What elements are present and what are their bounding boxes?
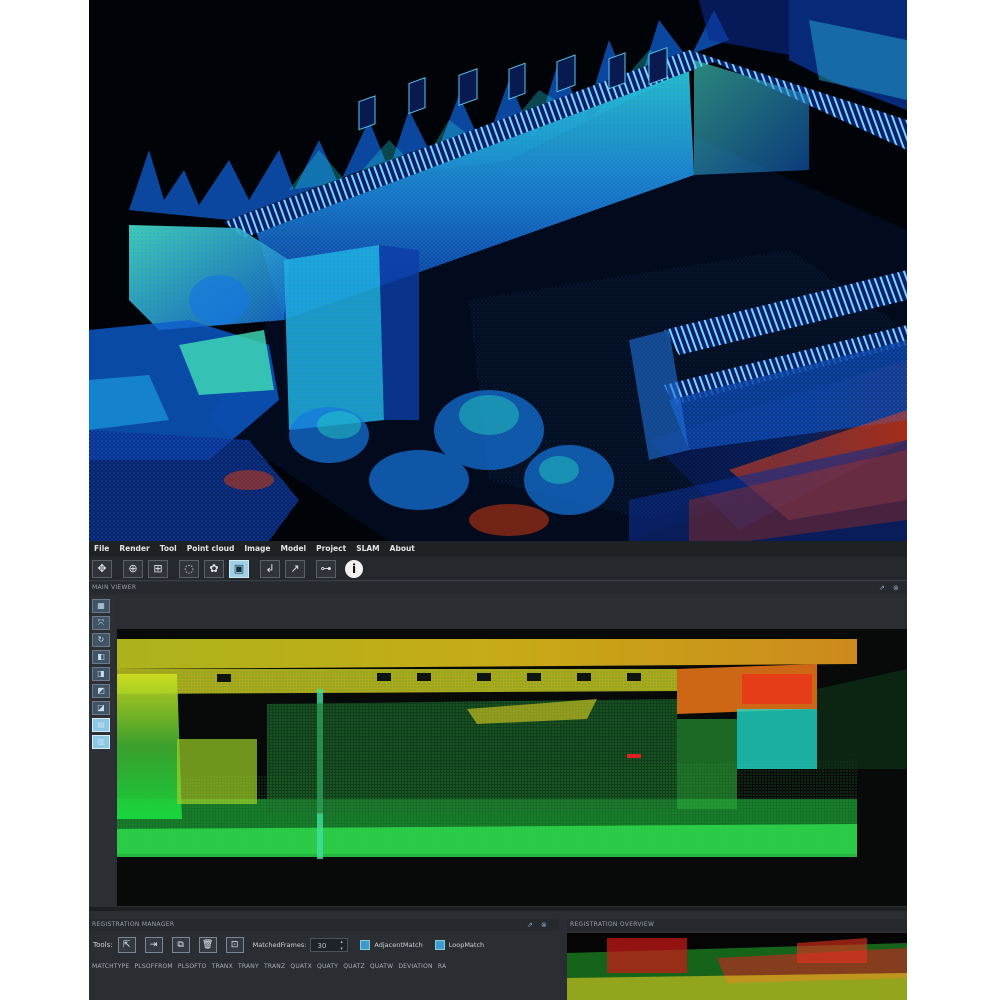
menu-bar: File Render Tool Point cloud Image Model… xyxy=(89,541,907,557)
zoom-fit-icon[interactable]: ⊞ xyxy=(148,559,168,578)
main-viewer-canvas[interactable] xyxy=(117,629,907,906)
column-header[interactable]: PLSOFTO xyxy=(178,963,207,970)
menu-image[interactable]: Image xyxy=(239,541,275,557)
column-header[interactable]: QUATX xyxy=(290,963,312,970)
export-icon[interactable]: ↗ xyxy=(285,559,305,578)
apply-icon[interactable]: ⇥ xyxy=(144,937,163,953)
cube-top-icon[interactable]: ▤ xyxy=(92,718,110,732)
rotate-icon[interactable]: ↻ xyxy=(92,633,110,647)
menu-project[interactable]: Project xyxy=(311,541,351,557)
column-header[interactable]: PLSOFFROM xyxy=(134,963,172,970)
column-header[interactable]: QUATW xyxy=(370,963,393,970)
cube-right-icon[interactable]: ◪ xyxy=(92,701,110,715)
loop-match-checkbox[interactable] xyxy=(434,940,445,950)
zoom-region-icon[interactable]: ⊕ xyxy=(123,559,143,578)
point-cloud-3d-render xyxy=(89,0,907,541)
matched-frames-label: MatchedFrames: xyxy=(252,941,307,949)
link-icon[interactable]: ⊡ xyxy=(225,937,244,953)
cube-bottom-icon[interactable]: ▥ xyxy=(92,735,110,749)
column-header[interactable]: MATCHTYPE xyxy=(92,963,129,970)
elevation-point-cloud-svg xyxy=(117,639,907,859)
close-panel-icon[interactable]: ⊗ xyxy=(541,919,547,931)
registration-overview-title: REGISTRATION OVERVIEW xyxy=(570,921,655,928)
column-header[interactable]: RA xyxy=(438,963,446,970)
registration-manager-title: REGISTRATION MANAGER xyxy=(92,921,175,928)
registration-table-header: MATCHTYPE PLSOFFROM PLSOFTO TRANX TRANY … xyxy=(89,961,559,973)
registration-overview-canvas[interactable] xyxy=(567,933,907,1000)
tools-label: Tools: xyxy=(93,941,113,949)
registration-manager-panel: Tools: ⇱ ⇥ ⧉ 🗑 ⊡ MatchedFrames: 30 Adjac… xyxy=(89,931,559,1000)
merge-icon[interactable]: ⧉ xyxy=(171,937,190,953)
matched-frames-spinbox[interactable]: 30 xyxy=(310,938,349,953)
column-header[interactable]: QUATZ xyxy=(343,963,365,970)
menu-about[interactable]: About xyxy=(385,541,420,557)
column-header[interactable]: TRANZ xyxy=(264,963,285,970)
cube-left-icon[interactable]: ◩ xyxy=(92,684,110,698)
column-header[interactable]: TRANX xyxy=(212,963,233,970)
registration-overview-header: REGISTRATION OVERVIEW xyxy=(567,919,907,931)
main-toolbar: ✥ ⊕ ⊞ ◌ ✿ ▣ ↲ ↗ ⊶ i xyxy=(89,557,907,581)
import-icon[interactable]: ↲ xyxy=(260,559,280,578)
color-mode-icon[interactable]: ✿ xyxy=(204,559,224,578)
column-header[interactable]: TRANY xyxy=(238,963,259,970)
float-panel-icon[interactable]: ⇗ xyxy=(527,919,533,931)
main-viewer-header: MAIN VIEWER ⇗ ⊗ xyxy=(89,582,907,594)
menu-tool[interactable]: Tool xyxy=(155,541,182,557)
column-header[interactable]: QUATY xyxy=(317,963,338,970)
loop-match-label: LoopMatch xyxy=(448,941,485,949)
delete-icon[interactable]: 🗑 xyxy=(198,937,217,953)
main-viewer-title: MAIN VIEWER xyxy=(92,584,137,591)
menu-file[interactable]: File xyxy=(89,541,114,557)
info-icon[interactable]: i xyxy=(345,559,363,578)
registration-tools-row: Tools: ⇱ ⇥ ⧉ 🗑 ⊡ MatchedFrames: 30 Adjac… xyxy=(89,935,488,955)
adjacent-match-checkbox[interactable] xyxy=(360,940,371,950)
lasso-icon[interactable]: ◌ xyxy=(179,559,199,578)
float-panel-icon[interactable]: ⇗ xyxy=(879,582,885,594)
screenshot-frame: File Render Tool Point cloud Image Model… xyxy=(89,0,907,1000)
cube-back-icon[interactable]: ◨ xyxy=(92,667,110,681)
cube-front-icon[interactable]: ◧ xyxy=(92,650,110,664)
expand-icon[interactable]: ⤧ xyxy=(92,616,110,630)
display-mode-icon[interactable]: ▣ xyxy=(229,559,249,578)
add-frame-icon[interactable]: ⇱ xyxy=(117,937,136,953)
column-header[interactable]: DEVIATION xyxy=(398,963,432,970)
menu-slam[interactable]: SLAM xyxy=(351,541,384,557)
menu-render[interactable]: Render xyxy=(114,541,154,557)
grid-view-icon[interactable]: ▦ xyxy=(92,599,110,613)
registration-manager-header: REGISTRATION MANAGER ⇗ ⊗ xyxy=(89,919,559,931)
network-icon[interactable]: ⊶ xyxy=(316,559,336,578)
close-panel-icon[interactable]: ⊗ xyxy=(893,582,899,594)
app-window: File Render Tool Point cloud Image Model… xyxy=(89,541,907,1000)
point-cloud-render-svg xyxy=(89,0,907,541)
select-pick-icon[interactable]: ✥ xyxy=(92,559,112,578)
view-tools-column: ▦ ⤧ ↻ ◧ ◨ ◩ ◪ ▤ ▥ xyxy=(89,596,115,906)
overview-point-cloud-svg xyxy=(567,938,907,1000)
panel-splitter[interactable] xyxy=(89,907,907,911)
menu-model[interactable]: Model xyxy=(275,541,311,557)
adjacent-match-label: AdjacentMatch xyxy=(374,941,423,949)
menu-point-cloud[interactable]: Point cloud xyxy=(182,541,240,557)
